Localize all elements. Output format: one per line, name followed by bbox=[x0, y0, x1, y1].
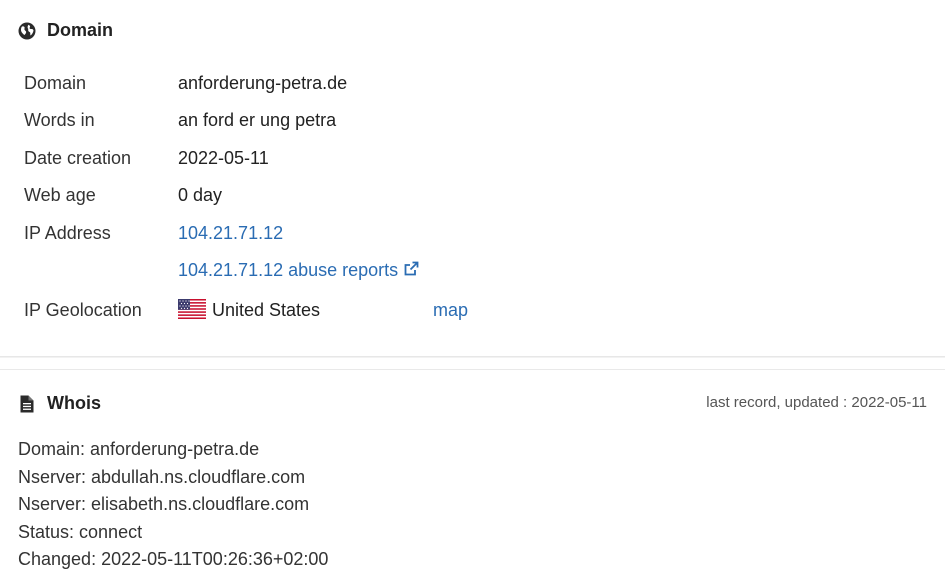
whois-line: Status: connect bbox=[18, 522, 143, 542]
row-label: Words in bbox=[24, 109, 95, 130]
row-date-creation: Date creation 2022-05-11 bbox=[24, 146, 269, 170]
whois-line: Nserver: abdullah.ns.cloudflare.com bbox=[18, 467, 306, 487]
geolocation-value: United States bbox=[178, 299, 320, 321]
row-value: 0 day bbox=[178, 184, 223, 205]
row-words-in: Words in an ford er ung petra bbox=[24, 108, 336, 132]
row-label: IP Geolocation bbox=[24, 299, 142, 320]
ip-address-link[interactable]: 104.21.71.12 bbox=[178, 223, 283, 244]
us-flag-icon bbox=[178, 299, 206, 319]
document-icon bbox=[18, 395, 36, 413]
row-label: Web age bbox=[24, 184, 96, 205]
row-abuse-reports: 104.21.71.12 abuse reports bbox=[24, 258, 419, 282]
whois-line: Domain: anforderung-petra.de bbox=[18, 439, 260, 459]
country-name: United States bbox=[212, 300, 321, 320]
row-label: Domain bbox=[24, 72, 87, 93]
whois-panel: Whois last record, updated : 2022-05-11 … bbox=[0, 370, 945, 581]
row-web-age: Web age 0 day bbox=[24, 183, 222, 207]
row-ip-geolocation: IP Geolocation United States bbox=[24, 298, 320, 322]
section-divider bbox=[0, 356, 945, 370]
row-value: an ford er ung petra bbox=[178, 109, 337, 130]
whois-section-title: Whois bbox=[47, 393, 101, 413]
whois-line: Nserver: elisabeth.ns.cloudflare.com bbox=[18, 494, 310, 514]
abuse-reports-link[interactable]: 104.21.71.12 abuse reports bbox=[178, 260, 419, 281]
map-link[interactable]: map bbox=[433, 298, 468, 322]
abuse-reports-text: 104.21.71.12 abuse reports bbox=[178, 259, 399, 280]
last-updated-text: last record, updated : 2022-05-11 bbox=[706, 394, 927, 411]
row-domain: Domain anforderung-petra.de bbox=[24, 71, 347, 95]
globe-icon bbox=[18, 22, 36, 40]
domain-section-header: Domain bbox=[18, 20, 113, 41]
whois-section-header: Whois bbox=[18, 393, 101, 414]
whois-line: Changed: 2022-05-11T00:26:36+02:00 bbox=[18, 549, 329, 569]
domain-panel: Domain Domain anforderung-petra.de Words… bbox=[0, 0, 945, 356]
row-label: IP Address bbox=[24, 222, 111, 243]
domain-section-title: Domain bbox=[47, 20, 114, 40]
external-link-icon bbox=[403, 261, 419, 277]
row-ip-address: IP Address 104.21.71.12 bbox=[24, 221, 283, 245]
row-label: Date creation bbox=[24, 147, 132, 168]
row-value: anforderung-petra.de bbox=[178, 72, 348, 93]
row-value: 2022-05-11 bbox=[178, 147, 269, 168]
